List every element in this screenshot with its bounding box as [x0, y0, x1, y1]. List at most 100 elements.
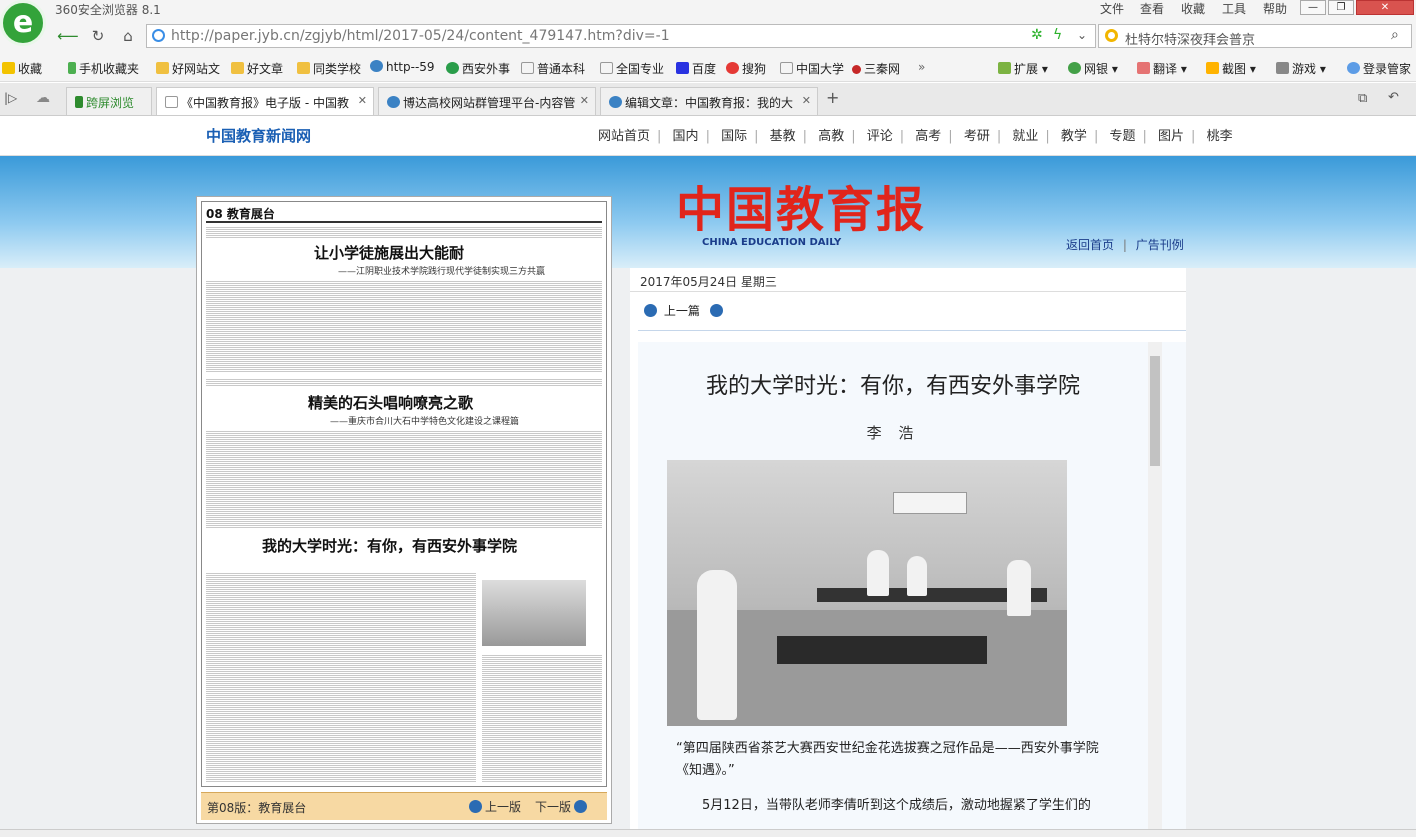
article-author: 李 浩	[866, 424, 920, 442]
bookmark-undergrad[interactable]: 普通本科	[521, 60, 585, 77]
menu-tools[interactable]: 工具	[1222, 0, 1246, 17]
chevron-down-icon[interactable]: ⌄	[1077, 28, 1087, 42]
lightning-icon[interactable]: ϟ	[1053, 27, 1062, 43]
bookmark-schools[interactable]: 同类学校	[297, 60, 361, 77]
newspaper-page-thumbnail[interactable]: 08 教育展台 让小学徒施展出大能耐 ——江阴职业技术学院践行现代学徒制实现三方…	[201, 201, 607, 787]
speed-icon[interactable]: ✲	[1031, 27, 1043, 43]
nav-kaoyan[interactable]: 考研	[964, 129, 990, 144]
bookmark-university[interactable]: 中国大学	[780, 60, 844, 77]
nav-comment[interactable]: 评论	[867, 129, 893, 144]
phone-icon	[75, 96, 83, 108]
nav-taoli[interactable]: 桃李	[1207, 129, 1233, 144]
ad-rates-link[interactable]: 广告刊例	[1136, 238, 1184, 252]
undo-close-icon[interactable]: ↶	[1388, 90, 1399, 105]
home-icon[interactable]: ⌂	[116, 25, 140, 47]
folder-icon	[156, 62, 169, 74]
globe-icon	[370, 60, 383, 72]
back-icon[interactable]: ⟵	[56, 25, 80, 47]
search-engine-icon[interactable]	[1105, 29, 1118, 42]
close-window-button[interactable]: ✕	[1356, 0, 1414, 15]
refresh-icon[interactable]: ↻	[86, 25, 110, 47]
bookmark-majors[interactable]: 全国专业	[600, 60, 664, 77]
tab-edit-article[interactable]: 编辑文章：中国教育报：我的大 ✕	[600, 87, 818, 115]
close-tab-icon[interactable]: ✕	[802, 94, 811, 107]
sogou-icon	[726, 62, 739, 74]
folder-icon	[297, 62, 310, 74]
bookmark-http[interactable]: http--59	[370, 60, 435, 74]
date-bar: 2017年05月24日 星期三	[630, 268, 1186, 292]
bookmark-article[interactable]: 好文章	[231, 60, 283, 77]
text-block	[482, 654, 602, 782]
headline-2: 精美的石头唱响嘹亮之歌	[308, 394, 474, 412]
more-bookmarks-icon[interactable]: »	[918, 60, 925, 74]
article-scrollbar[interactable]	[1148, 342, 1162, 837]
bookmark-mobile[interactable]: 手机收藏夹	[68, 60, 139, 77]
back-home-link[interactable]: 返回首页	[1066, 238, 1114, 252]
bookmark-sogou[interactable]: 搜狗	[726, 60, 766, 77]
bookmark-favorites[interactable]: 收藏	[2, 60, 42, 77]
search-icon[interactable]: ⌕	[1391, 27, 1399, 43]
prev-page-button[interactable]: 上一版	[469, 798, 521, 815]
bookmark-baidu[interactable]: 百度	[676, 60, 716, 77]
restore-button[interactable]: ❐	[1328, 0, 1354, 15]
text-block	[206, 226, 602, 238]
header-rule	[206, 221, 602, 223]
nav-international[interactable]: 国际	[721, 129, 747, 144]
key-icon	[1347, 62, 1360, 74]
nav-home[interactable]: 网站首页	[598, 129, 650, 144]
minimize-button[interactable]: —	[1300, 0, 1326, 15]
bookmark-xisu[interactable]: 西安外事	[446, 60, 510, 77]
site-navbar: 中国教育新闻网 网站首页 | 国内 | 国际 | 基教 | 高教 | 评论 | 高考 | 考研…	[0, 116, 1416, 156]
screenshot-button[interactable]: 截图 ▾	[1206, 60, 1256, 77]
cloud-icon[interactable]: ☁	[36, 90, 50, 106]
address-toolbar: ⟵ ↻ ⌂ http://paper.jyb.cn/zgjyb/html/201…	[0, 17, 1416, 54]
nav-gaokao[interactable]: 高考	[915, 129, 941, 144]
site-logo[interactable]: 中国教育新闻网	[206, 125, 311, 146]
nav-domestic[interactable]: 国内	[673, 129, 699, 144]
nav-jobs[interactable]: 就业	[1012, 129, 1038, 144]
scissors-icon	[1206, 62, 1219, 74]
banner-links: 返回首页 | 广告刊例	[1066, 238, 1184, 252]
page-icon	[600, 62, 613, 74]
menu-view[interactable]: 查看	[1140, 0, 1164, 17]
site-nav-links: 网站首页 | 国内 | 国际 | 基教 | 高教 | 评论 | 高考 | 考研 | 就业 | 教学…	[598, 129, 1233, 144]
prev-article-link[interactable]: 上一篇	[664, 304, 700, 318]
ebank-button[interactable]: 网银 ▾	[1068, 60, 1118, 77]
bookmark-site[interactable]: 好网站文	[156, 60, 220, 77]
subheadline-2: ——重庆市合川大石中学特色文化建设之课程篇	[330, 417, 520, 427]
globe-icon	[387, 96, 400, 108]
menu-file[interactable]: 文件	[1100, 0, 1124, 17]
tab-newspaper[interactable]: 《中国教育报》电子版 - 中国教 ✕	[156, 87, 374, 115]
nav-basic-edu[interactable]: 基教	[770, 129, 796, 144]
star-icon	[2, 62, 15, 74]
web-page: 中国教育新闻网 网站首页 | 国内 | 国际 | 基教 | 高教 | 评论 | 高考 | 考研…	[0, 116, 1416, 837]
close-tab-icon[interactable]: ✕	[580, 94, 589, 107]
nav-higher-edu[interactable]: 高教	[818, 129, 844, 144]
menu-help[interactable]: 帮助	[1263, 0, 1287, 17]
close-tab-icon[interactable]: ✕	[358, 94, 367, 107]
search-input[interactable]: 杜特尔特深夜拜会普京 ⌕	[1098, 24, 1412, 48]
extensions-button[interactable]: 扩展 ▾	[998, 60, 1048, 77]
login-manager-button[interactable]: 登录管家	[1347, 60, 1411, 77]
phone-icon	[68, 62, 76, 74]
tab-cross-screen[interactable]: 跨屏浏览	[66, 87, 152, 115]
nav-teaching[interactable]: 教学	[1061, 129, 1087, 144]
address-bar[interactable]: http://paper.jyb.cn/zgjyb/html/2017-05/2…	[146, 24, 1096, 48]
new-tab-icon[interactable]: +	[826, 88, 839, 107]
next-page-button[interactable]: 下一版	[535, 798, 590, 815]
article-nav: 上一篇	[644, 302, 726, 319]
translate-button[interactable]: 翻译 ▾	[1137, 60, 1187, 77]
menu-favorites[interactable]: 收藏	[1181, 0, 1205, 17]
nav-topics[interactable]: 专题	[1109, 129, 1135, 144]
nav-photos[interactable]: 图片	[1158, 129, 1184, 144]
bookmark-sanqin[interactable]: 三秦网	[852, 60, 900, 77]
games-button[interactable]: 游戏 ▾	[1276, 60, 1326, 77]
arrow-down-icon[interactable]	[709, 304, 723, 317]
tab-cms[interactable]: 博达高校网站群管理平台-内容管 ✕	[378, 87, 596, 115]
arrow-up-icon[interactable]	[644, 304, 657, 317]
restore-tabs-icon[interactable]: ⧉	[1358, 91, 1367, 106]
sidebar-toggle-icon[interactable]: |▷	[4, 91, 17, 105]
article-paragraph: 5月12日，当带队老师李倩听到这个成绩后，激动地握紧了学生们的	[702, 798, 1091, 813]
scrollbar-thumb[interactable]	[1150, 356, 1160, 466]
wall-plaque	[893, 492, 967, 514]
